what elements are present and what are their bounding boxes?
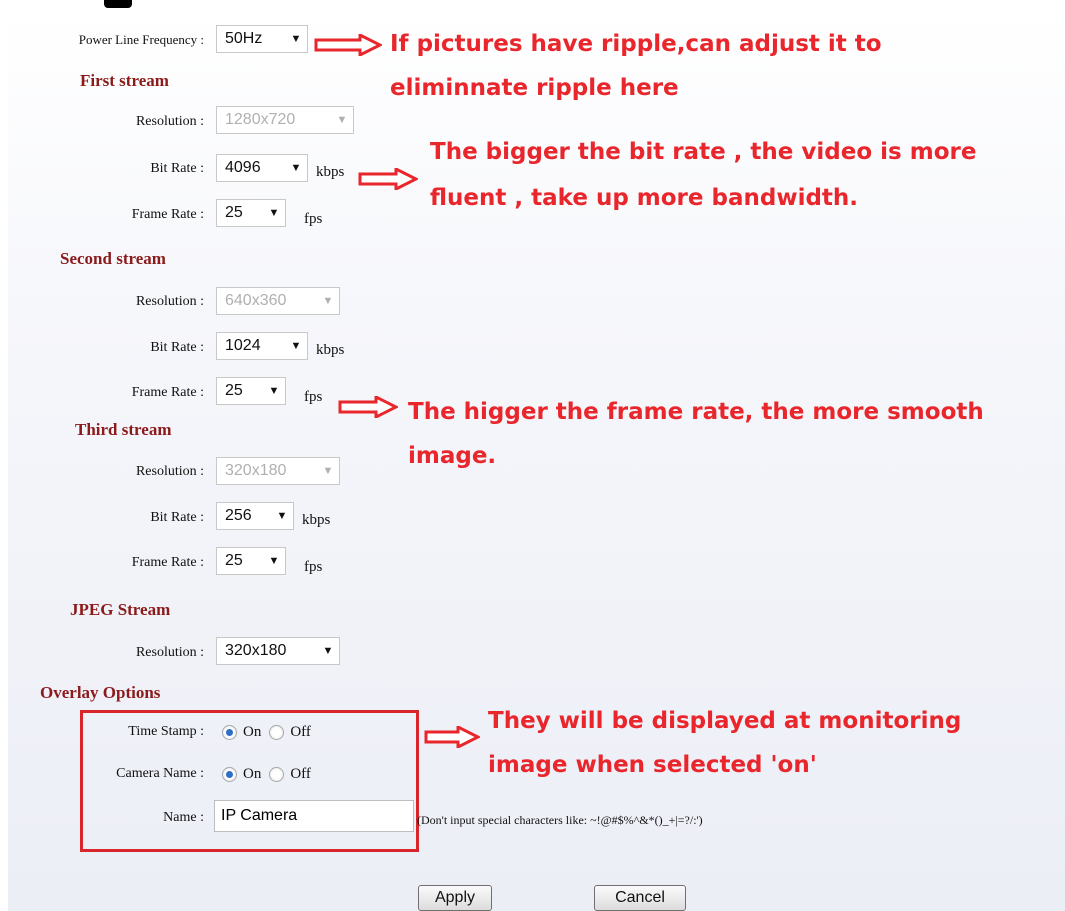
- camera-name-off-label: Off: [290, 765, 311, 782]
- arrow-right-icon: [358, 168, 418, 190]
- third-bitrate-select[interactable]: 256 ▼: [216, 502, 294, 530]
- first-bitrate-value: 4096: [225, 159, 261, 176]
- second-framerate-select[interactable]: 25 ▼: [216, 377, 286, 405]
- power-line-label: Power Line Frequency :: [78, 32, 204, 47]
- chevron-down-icon: ▼: [290, 162, 302, 174]
- second-framerate-unit: fps: [304, 389, 323, 405]
- name-input-hint: (Don't input special characters like: ~!…: [417, 813, 703, 827]
- camera-name-radio-group: On Off: [222, 765, 319, 783]
- annotation-framerate-line2: image.: [408, 443, 497, 469]
- annotation-framerate-line1: The higger the frame rate, the more smoo…: [408, 399, 984, 425]
- time-stamp-label: Time Stamp :: [128, 724, 204, 739]
- annotation-bitrate-line1: The bigger the bit rate , the video is m…: [430, 139, 977, 165]
- annotation-overlay-line1: They will be displayed at monitoring: [488, 708, 962, 734]
- third-resolution-label: Resolution :: [135, 464, 204, 479]
- cancel-button[interactable]: Cancel: [594, 885, 686, 911]
- third-framerate-unit: fps: [304, 559, 323, 575]
- camera-name-on-label: On: [243, 765, 262, 782]
- chevron-down-icon: ▼: [322, 465, 334, 477]
- annotation-ripple-line2: eliminnate ripple here: [390, 75, 679, 101]
- second-bitrate-value: 1024: [225, 337, 261, 354]
- chevron-down-icon: ▼: [336, 114, 348, 126]
- name-label: Name :: [163, 810, 204, 825]
- first-framerate-label: Frame Rate :: [131, 207, 204, 222]
- second-framerate-value: 25: [225, 382, 243, 399]
- chevron-down-icon: ▼: [322, 645, 334, 657]
- apply-button[interactable]: Apply: [418, 885, 492, 911]
- first-resolution-select[interactable]: 1280x720 ▼: [216, 106, 354, 134]
- third-bitrate-value: 256: [225, 507, 252, 524]
- first-framerate-value: 25: [225, 204, 243, 221]
- first-stream-title: First stream: [80, 71, 169, 90]
- second-framerate-label: Frame Rate :: [131, 385, 204, 400]
- jpeg-resolution-label: Resolution :: [135, 645, 204, 660]
- chevron-down-icon: ▼: [276, 510, 288, 522]
- arrow-right-icon: [314, 34, 382, 56]
- annotation-bitrate-line2: fluent , take up more bandwidth.: [430, 185, 859, 211]
- second-resolution-select[interactable]: 640x360 ▼: [216, 287, 340, 315]
- jpeg-resolution-value: 320x180: [225, 642, 287, 659]
- first-framerate-unit: fps: [304, 211, 323, 227]
- first-framerate-select[interactable]: 25 ▼: [216, 199, 286, 227]
- chevron-down-icon: ▼: [268, 207, 280, 219]
- third-resolution-value: 320x180: [225, 462, 287, 479]
- time-stamp-off-radio[interactable]: [269, 724, 285, 740]
- arrow-right-icon: [338, 396, 398, 418]
- second-stream-title: Second stream: [60, 249, 166, 268]
- second-bitrate-label: Bit Rate :: [150, 340, 204, 355]
- third-framerate-value: 25: [225, 552, 243, 569]
- second-bitrate-select[interactable]: 1024 ▼: [216, 332, 308, 360]
- time-stamp-on-label: On: [243, 723, 262, 740]
- overlay-options-title: Overlay Options: [40, 683, 161, 702]
- camera-name-on-radio[interactable]: [222, 766, 237, 782]
- annotation-ripple-line1: If pictures have ripple,can adjust it to: [390, 31, 882, 57]
- second-resolution-label: Resolution :: [135, 294, 204, 309]
- power-line-value: 50Hz: [225, 30, 263, 47]
- second-resolution-value: 640x360: [225, 292, 287, 309]
- first-resolution-label: Resolution :: [135, 114, 204, 129]
- time-stamp-radio-group: On Off: [222, 723, 319, 741]
- second-bitrate-unit: kbps: [316, 342, 345, 358]
- chevron-down-icon: ▼: [290, 340, 302, 352]
- header-fragment: [104, 0, 132, 8]
- time-stamp-off-label: Off: [290, 723, 311, 740]
- third-stream-title: Third stream: [75, 420, 172, 439]
- chevron-down-icon: ▼: [290, 33, 302, 45]
- jpeg-stream-title: JPEG Stream: [70, 600, 171, 619]
- first-resolution-value: 1280x720: [225, 111, 296, 128]
- first-bitrate-label: Bit Rate :: [150, 161, 204, 176]
- chevron-down-icon: ▼: [268, 385, 280, 397]
- third-framerate-select[interactable]: 25 ▼: [216, 547, 286, 575]
- chevron-down-icon: ▼: [268, 555, 280, 567]
- camera-name-label: Camera Name :: [116, 766, 204, 781]
- third-bitrate-unit: kbps: [302, 512, 331, 528]
- annotation-overlay-line2: image when selected 'on': [488, 752, 817, 778]
- time-stamp-on-radio[interactable]: [222, 724, 237, 740]
- first-bitrate-select[interactable]: 4096 ▼: [216, 154, 308, 182]
- camera-name-off-radio[interactable]: [269, 766, 285, 782]
- arrow-right-icon: [424, 726, 480, 748]
- third-framerate-label: Frame Rate :: [131, 555, 204, 570]
- first-bitrate-unit: kbps: [316, 164, 345, 180]
- third-resolution-select[interactable]: 320x180 ▼: [216, 457, 340, 485]
- third-bitrate-label: Bit Rate :: [150, 510, 204, 525]
- jpeg-resolution-select[interactable]: 320x180 ▼: [216, 637, 340, 665]
- power-line-select[interactable]: 50Hz ▼: [216, 25, 308, 53]
- chevron-down-icon: ▼: [322, 295, 334, 307]
- camera-name-input[interactable]: IP Camera: [214, 800, 414, 832]
